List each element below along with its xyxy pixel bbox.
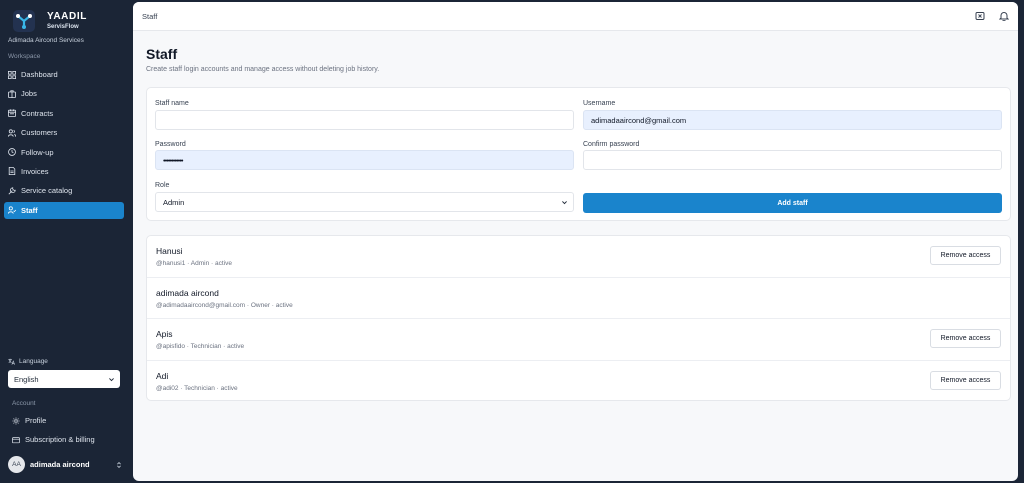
- password-label: Password: [155, 141, 186, 148]
- account-item-profile[interactable]: Profile: [12, 416, 46, 425]
- user-name: adimada aircond: [30, 460, 90, 469]
- username-input[interactable]: adimadaaircond@gmail.com: [583, 110, 1002, 130]
- chevrons-up-down-icon: [117, 461, 121, 468]
- username-label: Username: [583, 100, 616, 107]
- sidebar-item-jobs[interactable]: Jobs: [4, 85, 124, 102]
- company-name: Adimada Aircond Services: [8, 37, 84, 44]
- workspace-label: Workspace: [8, 53, 41, 60]
- users-icon: [8, 129, 16, 137]
- account-label: Account: [12, 400, 36, 407]
- gear-icon: [12, 416, 20, 425]
- page-title: Staff: [146, 46, 178, 62]
- sidebar-item-label: Follow-up: [21, 147, 54, 157]
- role-label: Role: [155, 182, 170, 189]
- staff-icon: [8, 206, 16, 214]
- sidebar-item-label: Service catalog: [21, 186, 73, 196]
- sidebar-item-label: Staff: [21, 205, 38, 215]
- staff-name-input[interactable]: [155, 110, 574, 130]
- file-icon: [8, 167, 16, 176]
- sidebar-item-follow-up[interactable]: Follow-up: [4, 144, 124, 161]
- staff-meta: @apisfido · Technician · active: [156, 343, 245, 350]
- account-item-label: Subscription & billing: [25, 435, 95, 444]
- clock-icon: [8, 148, 16, 156]
- sidebar: YAADIL ServisFlow Adimada Aircond Servic…: [0, 0, 133, 483]
- staff-name: Adi: [156, 370, 169, 381]
- wrench-icon: [8, 187, 16, 195]
- language-select-value: English: [14, 374, 39, 384]
- sidebar-item-label: Jobs: [21, 89, 37, 99]
- staff-meta: @hanusi1 · Admin · active: [156, 260, 232, 267]
- sidebar-item-customers[interactable]: Customers: [4, 124, 124, 141]
- shortcut-icon[interactable]: [975, 11, 985, 21]
- table-row: Adi @adi02 · Technician · active Remove …: [147, 361, 1010, 401]
- staff-name-label: Staff name: [155, 100, 189, 107]
- calendar-icon: [8, 109, 16, 118]
- sidebar-item-label: Invoices: [21, 166, 49, 176]
- translate-icon: [8, 358, 15, 365]
- brand-name: YAADIL: [47, 11, 87, 22]
- briefcase-icon: [8, 90, 16, 98]
- account-item-label: Profile: [25, 416, 47, 425]
- topbar: Staff: [133, 2, 1018, 31]
- sidebar-item-label: Customers: [21, 128, 58, 138]
- table-row: Apis @apisfido · Technician · active Rem…: [147, 319, 1010, 361]
- remove-access-button[interactable]: Remove access: [930, 370, 1001, 390]
- staff-meta: @adimadaaircond@gmail.com · Owner · acti…: [156, 301, 293, 309]
- staff-name: Hanusi: [156, 246, 183, 256]
- confirm-password-label: Confirm password: [583, 141, 640, 148]
- staff-list: Hanusi @hanusi1 · Admin · active Remove …: [146, 235, 1011, 401]
- language-label-text: Language: [19, 358, 48, 365]
- account-item-billing[interactable]: Subscription & billing: [12, 435, 95, 444]
- staff-name: Apis: [156, 329, 173, 339]
- avatar: AA: [8, 456, 25, 473]
- remove-access-button[interactable]: Remove access: [930, 246, 1001, 265]
- main-panel: Staff Staff Create staff login accounts …: [133, 2, 1018, 481]
- chevron-down-icon: [109, 377, 114, 381]
- table-row: adimada aircond @adimadaaircond@gmail.co…: [147, 278, 1010, 319]
- sidebar-item-label: Dashboard: [21, 70, 58, 79]
- topbar-title: Staff: [142, 11, 158, 21]
- sidebar-item-invoices[interactable]: Invoices: [4, 163, 124, 180]
- grid-icon: [8, 70, 16, 79]
- confirm-password-input[interactable]: [583, 150, 1002, 170]
- language-label: Language: [8, 358, 48, 365]
- sidebar-nav: Dashboard Jobs Contracts Customers Follo…: [4, 66, 124, 221]
- add-staff-button[interactable]: Add staff: [583, 193, 1002, 213]
- sidebar-item-service-catalog[interactable]: Service catalog: [4, 182, 124, 199]
- staff-meta: @adi02 · Technician · active: [156, 384, 238, 392]
- sidebar-item-staff[interactable]: Staff: [4, 201, 124, 219]
- password-input[interactable]: ••••••••••••: [155, 150, 574, 170]
- sidebar-item-label: Contracts: [21, 108, 54, 118]
- user-menu[interactable]: AA adimada aircond: [8, 456, 123, 473]
- language-select[interactable]: English: [8, 370, 120, 388]
- brand[interactable]: YAADIL ServisFlow: [0, 0, 133, 34]
- brand-logo-icon: [12, 9, 36, 33]
- role-select-value: Admin: [163, 197, 185, 207]
- add-staff-form: Staff name Username adimadaaircond@gmail…: [146, 87, 1011, 221]
- table-row: Hanusi @hanusi1 · Admin · active Remove …: [147, 236, 1010, 278]
- remove-access-button[interactable]: Remove access: [930, 329, 1001, 348]
- staff-name: adimada aircond: [156, 287, 219, 298]
- sidebar-item-dashboard[interactable]: Dashboard: [4, 66, 124, 83]
- sidebar-item-contracts[interactable]: Contracts: [4, 105, 124, 122]
- role-select[interactable]: Admin: [155, 192, 574, 212]
- card-icon: [12, 436, 20, 443]
- page-subtitle: Create staff login accounts and manage a…: [146, 66, 380, 73]
- brand-subtitle: ServisFlow: [47, 24, 79, 30]
- chevron-down-icon: [562, 200, 567, 204]
- app-root: YAADIL ServisFlow Adimada Aircond Servic…: [0, 0, 1024, 483]
- bell-icon[interactable]: [999, 11, 1009, 21]
